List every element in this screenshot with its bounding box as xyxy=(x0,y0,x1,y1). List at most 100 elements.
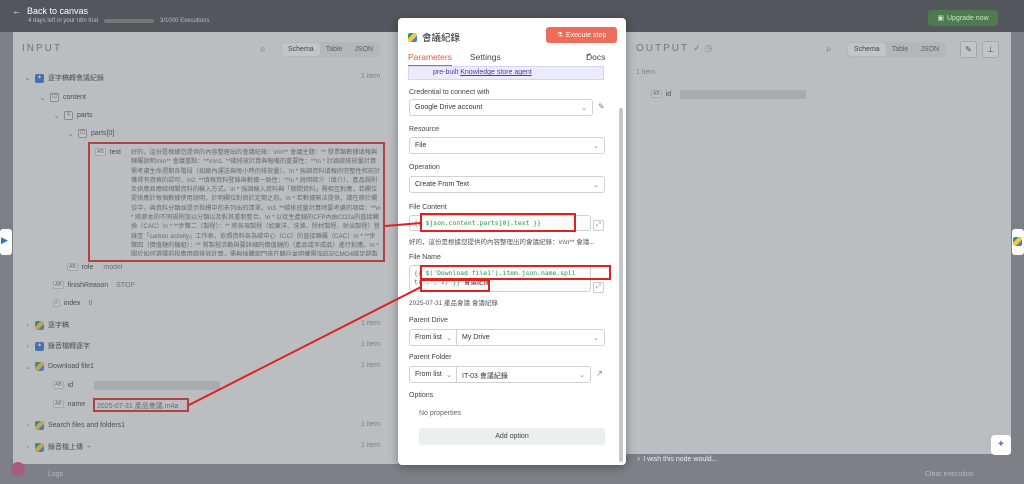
parent-drive-mode-select[interactable]: From list ⌄ xyxy=(409,329,457,346)
tree-key-name[interactable]: AB name xyxy=(53,400,85,408)
logs-label[interactable]: Logs xyxy=(48,471,63,478)
tree-key-index[interactable]: # index 0 xyxy=(53,299,92,307)
parent-drive-select[interactable]: My Drive ⌄ xyxy=(457,329,605,346)
edit-credential-icon[interactable]: ✎ xyxy=(598,102,605,111)
output-header: OUTPUT ✓ ◷ xyxy=(636,43,713,54)
back-to-canvas-button[interactable]: ← Back to canvas xyxy=(12,6,88,16)
execute-step-button[interactable]: ⚗ Execute step xyxy=(546,27,617,43)
ai-assistant-button[interactable]: ✦ xyxy=(991,435,1011,455)
node-tabs: Parameters Settings Docs ↗ xyxy=(408,52,616,67)
list-icon: ≡ xyxy=(64,111,73,120)
tree-key-finish-reason[interactable]: AB finishReason STOP xyxy=(53,281,135,289)
resource-label: Resource xyxy=(409,126,439,133)
tab-parameters[interactable]: Parameters xyxy=(408,52,452,62)
parent-drive-mode: From list xyxy=(415,334,442,341)
parent-folder-mode-select[interactable]: From list ⌄ xyxy=(409,366,457,383)
expand-field-button[interactable]: ⤢ xyxy=(593,282,604,293)
operation-label: Operation xyxy=(409,164,440,171)
right-canvas-tab[interactable] xyxy=(1012,229,1024,255)
google-drive-icon xyxy=(35,442,44,452)
google-drive-icon xyxy=(1013,237,1022,246)
open-folder-link-icon[interactable]: ↗ xyxy=(596,369,603,378)
clear-execution-button[interactable]: Clear execution xyxy=(925,471,974,478)
chevron-down-icon: ⌄ xyxy=(593,182,599,189)
tree-node-audio-upload[interactable]: › 錄音檔上傳 + xyxy=(24,442,91,452)
name-value: 2025-07-31 產品會議.m4a xyxy=(97,403,179,410)
input-json-tab[interactable]: JSON xyxy=(348,43,379,56)
output-view-switch: Schema Table JSON xyxy=(847,42,947,57)
output-table-tab[interactable]: Table xyxy=(886,43,915,56)
executions-progress xyxy=(104,19,155,23)
string-type-icon: AB xyxy=(53,381,64,389)
output-item-count: 1 item xyxy=(636,69,656,76)
file-name-expression[interactable]: {{ $('Download file1').item.json.name.sp… xyxy=(409,265,591,292)
feedback-link[interactable]: ♀ I wish this node would... xyxy=(636,456,718,463)
search-icon[interactable]: ⌕ xyxy=(826,44,832,55)
tree-node-transcript[interactable]: › 逐字稿 xyxy=(24,320,69,330)
output-key-id[interactable]: AB id xyxy=(651,90,671,98)
execute-label: Execute step xyxy=(565,31,607,39)
input-table-tab[interactable]: Table xyxy=(320,43,349,56)
upgrade-button[interactable]: ▣ Upgrade now xyxy=(928,10,998,26)
avatar[interactable] xyxy=(11,462,25,476)
item-count: 1 item xyxy=(361,362,381,369)
string-type-icon: AB xyxy=(95,148,106,156)
expand-icon: ⤢ xyxy=(596,284,601,290)
operation-select[interactable]: Create From Text ⌄ xyxy=(409,176,605,193)
google-drive-icon xyxy=(35,421,44,430)
output-title: OUTPUT xyxy=(636,43,690,54)
tree-node-audio-to-transcript[interactable]: › ✦ 錄音檔轉逐字 xyxy=(24,341,90,351)
resource-value: File xyxy=(415,142,427,149)
expand-field-button[interactable]: ⤢ xyxy=(593,220,604,231)
file-name-expr-line2: t('.', 1) }} xyxy=(414,278,461,286)
tree-key-text[interactable]: AB text xyxy=(95,148,121,156)
input-schema-tab[interactable]: Schema xyxy=(282,43,320,56)
resource-select[interactable]: File ⌄ xyxy=(409,137,605,154)
pin-output-button[interactable]: ⊥ xyxy=(982,41,999,58)
tree-node-transcript-to-minutes[interactable]: ⌄ ✦ 逐字稿轉會議紀錄 xyxy=(24,73,104,83)
google-drive-icon xyxy=(408,32,417,42)
chevron-down-icon: ⌄ xyxy=(24,75,31,82)
tab-settings[interactable]: Settings xyxy=(470,52,501,62)
search-icon[interactable]: ⌕ xyxy=(260,44,266,55)
file-content-expression[interactable]: {{ $json.content.parts[0].text }} xyxy=(409,215,591,231)
expand-icon: ⤢ xyxy=(596,222,601,228)
item-count: 1 item xyxy=(361,442,381,449)
tree-key-parts[interactable]: ⌄ ≡ parts xyxy=(53,111,93,120)
input-title: INPUT xyxy=(22,43,62,54)
input-view-switch: Schema Table JSON xyxy=(281,42,381,57)
notice-link[interactable]: Knowledge store agent xyxy=(460,69,532,76)
ai-sparkle-icon: ✦ xyxy=(35,73,44,83)
tree-key-content[interactable]: ⌄ ⊡ content xyxy=(39,93,86,102)
parent-drive-value: My Drive xyxy=(462,334,490,341)
executions-text: 3/1000 Executions xyxy=(160,18,210,24)
no-properties-text: No properties xyxy=(419,410,462,417)
edit-output-button[interactable]: ✎ xyxy=(960,41,977,58)
credential-select[interactable]: Google Drive account ⌄ xyxy=(409,99,593,116)
tree-key-id[interactable]: AB id xyxy=(53,381,73,389)
chevron-down-icon: ⌄ xyxy=(593,143,599,150)
left-canvas-tab[interactable]: ▶ xyxy=(0,229,12,255)
notice-prefix: pre-built xyxy=(433,69,459,76)
node-title: 會議紀錄 xyxy=(408,30,460,44)
object-icon: ⊡ xyxy=(78,129,87,138)
tree-key-role[interactable]: AB role model xyxy=(67,263,122,271)
string-type-icon: AB xyxy=(67,263,78,271)
output-json-tab[interactable]: JSON xyxy=(914,43,945,56)
tree-node-label: 錄音檔轉逐字 xyxy=(48,343,90,350)
tree-node-download-file1[interactable]: ⌄ Download file1 xyxy=(24,362,94,371)
play-icon: ▶ xyxy=(1,235,8,245)
add-option-button[interactable]: Add option xyxy=(419,428,605,445)
tree-node-label: 逐字稿轉會議紀錄 xyxy=(48,75,104,82)
success-check-icon: ✓ xyxy=(693,43,701,53)
key-label: finishReason xyxy=(67,281,109,289)
tree-key-parts0[interactable]: ⌄ ⊡ parts[0] xyxy=(67,129,114,138)
key-label: index xyxy=(63,299,81,307)
tree-node-label: Download file1 xyxy=(48,363,94,370)
parent-folder-select[interactable]: IT-03 會議紀錄 ⌄ xyxy=(457,366,591,383)
ai-sparkle-icon: ✦ xyxy=(35,341,44,351)
tree-node-search-files[interactable]: › Search files and folders1 xyxy=(24,421,125,430)
dialog-scrollbar[interactable] xyxy=(619,108,623,462)
output-schema-tab[interactable]: Schema xyxy=(848,43,886,56)
pin-icon: ⊥ xyxy=(987,45,994,54)
